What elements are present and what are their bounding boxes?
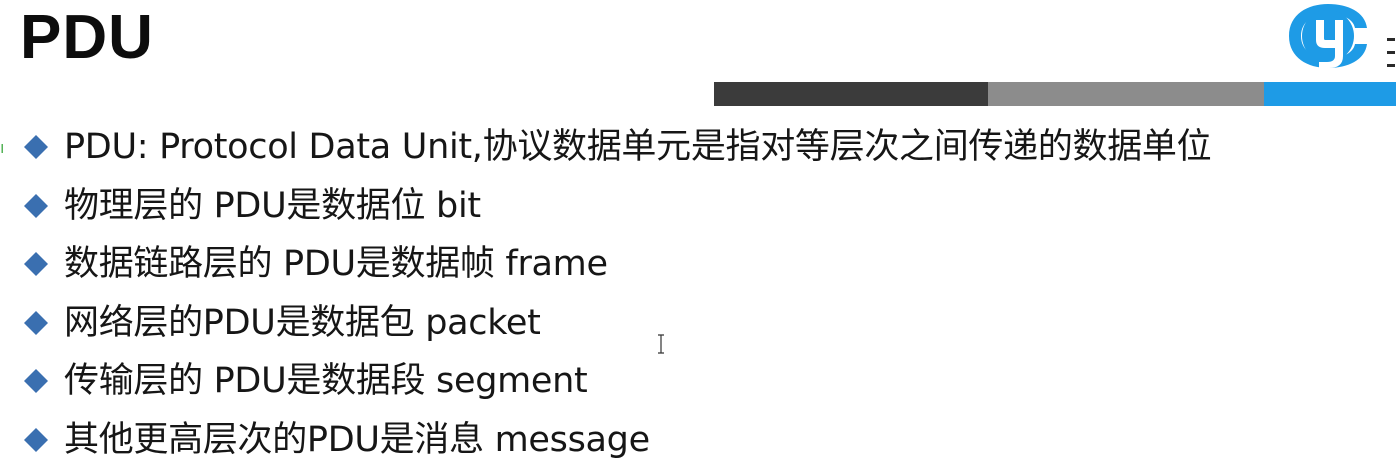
- slide: PDU ı PDU: Protocol Data Unit,协议数据单元是指对等…: [0, 0, 1396, 473]
- diamond-bullet-icon: [24, 252, 48, 277]
- diamond-bullet-icon: [24, 310, 48, 335]
- bullet-text: 其他更高层次的PDU是消息 message: [64, 419, 650, 460]
- diamond-bullet-icon: [24, 369, 48, 394]
- bullet-text: 网络层的PDU是数据包 packet: [64, 302, 541, 343]
- bullet-text: 传输层的 PDU是数据段 segment: [64, 361, 588, 402]
- accent-bar-gray: [988, 82, 1264, 106]
- text-cursor-icon: [658, 334, 664, 354]
- brand-logo-icon: [1289, 4, 1367, 68]
- bullet-text: PDU: Protocol Data Unit,协议数据单元是指对等层次之间传递…: [64, 127, 1212, 168]
- accent-bar: [714, 82, 1396, 106]
- bullet-item: PDU: Protocol Data Unit,协议数据单元是指对等层次之间传递…: [22, 118, 1212, 177]
- diamond-bullet-icon: [24, 427, 48, 452]
- bullet-text: 物理层的 PDU是数据位 bit: [64, 185, 481, 226]
- diamond-bullet-icon: [24, 193, 48, 218]
- logo-edge: [1384, 38, 1396, 70]
- bullet-item: 其他更高层次的PDU是消息 message: [22, 411, 1211, 470]
- bullet-text: 数据链路层的 PDU是数据帧 frame: [64, 244, 608, 285]
- bullet-item: 数据链路层的 PDU是数据帧 frame: [22, 235, 1211, 294]
- bullet-item: 物理层的 PDU是数据位 bit: [22, 177, 1211, 236]
- bullet-item: 传输层的 PDU是数据段 segment: [22, 352, 1211, 411]
- slide-title: PDU: [20, 3, 154, 72]
- slide-edge-marker: ı: [0, 138, 5, 157]
- bullet-item: 网络层的PDU是数据包 packet: [22, 294, 1211, 353]
- bullet-list: PDU: Protocol Data Unit,协议数据单元是指对等层次之间传递…: [22, 118, 1212, 470]
- accent-bar-blue: [1264, 82, 1396, 106]
- diamond-bullet-icon: [24, 135, 48, 160]
- accent-bar-dark: [714, 82, 988, 106]
